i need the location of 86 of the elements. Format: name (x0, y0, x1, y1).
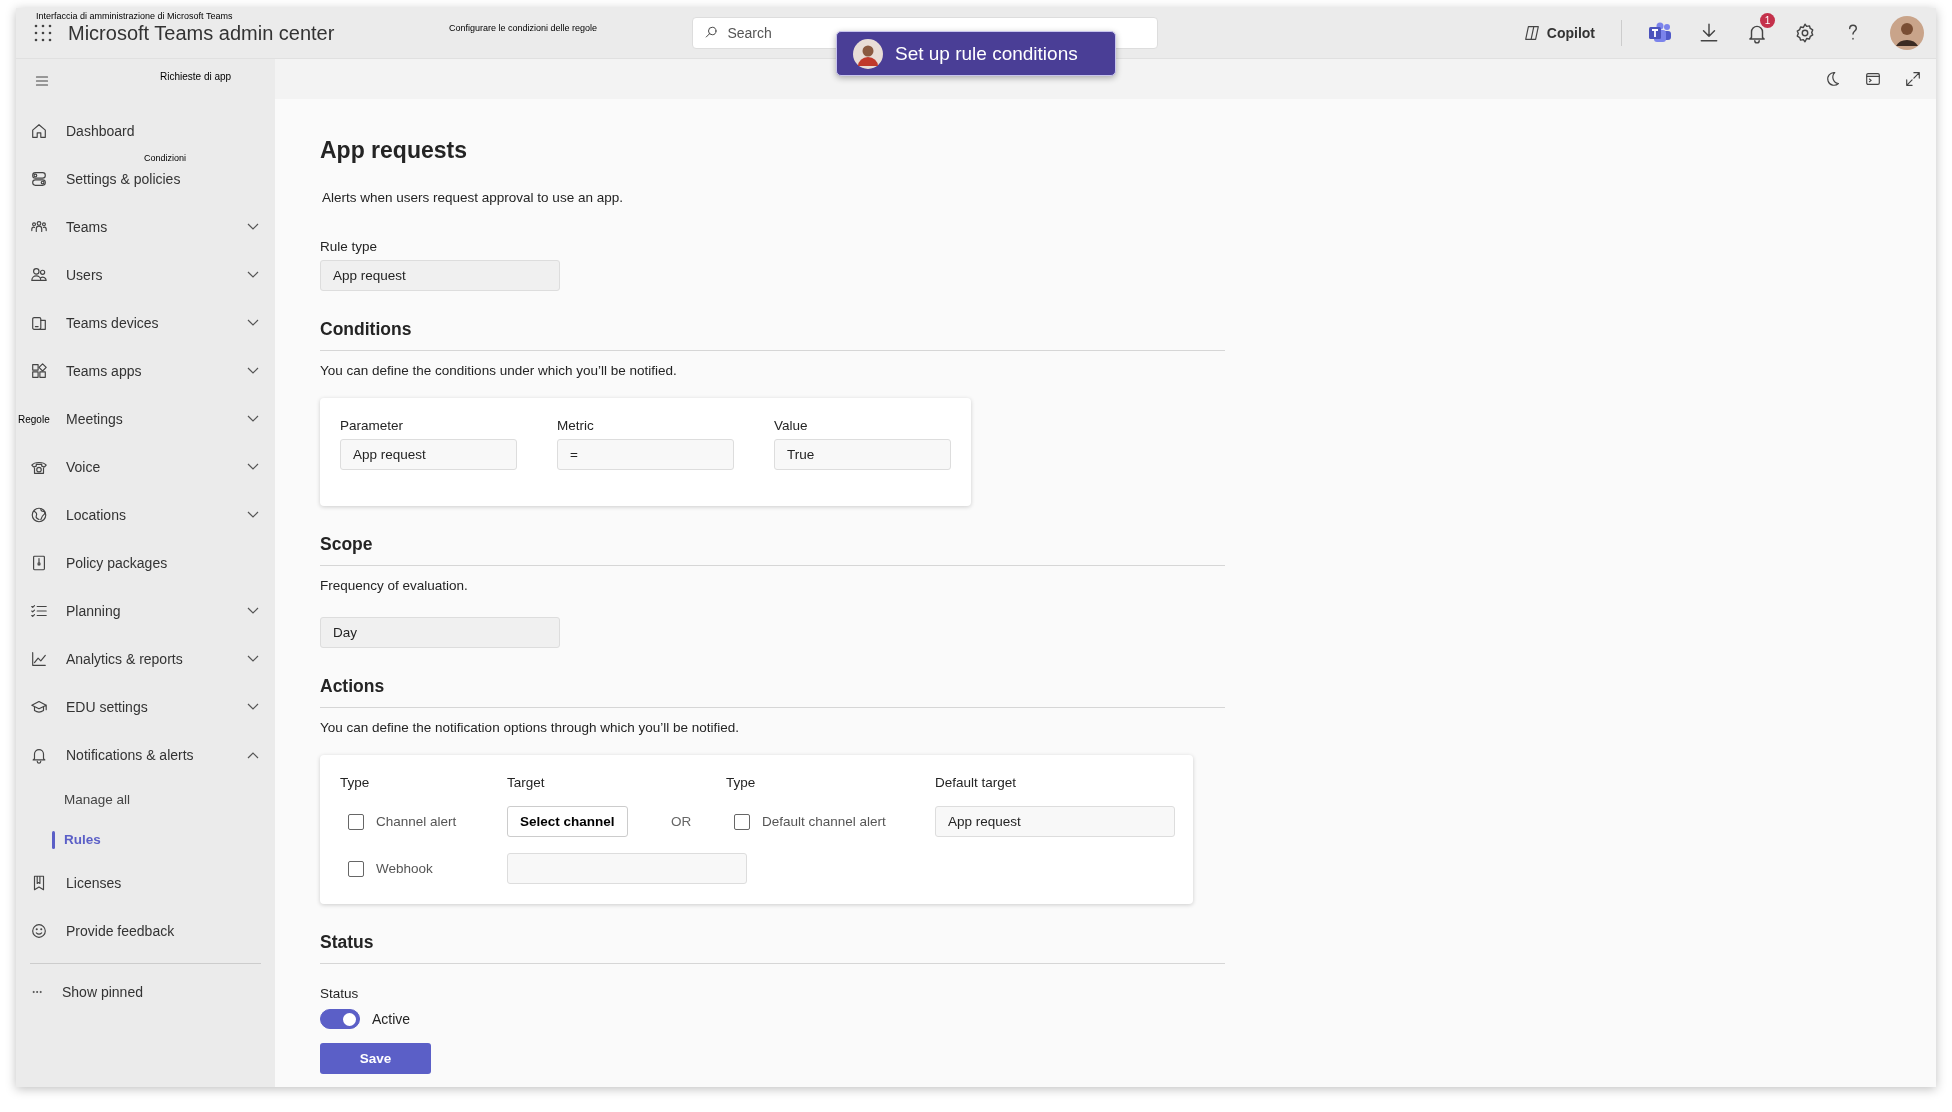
copilot-button[interactable]: Copilot (1522, 24, 1595, 42)
rule-type-field[interactable]: App request (320, 260, 560, 291)
webhook-field[interactable] (507, 853, 747, 884)
nav-item[interactable]: Provide feedback (66, 914, 259, 948)
annotation-label: Interfaccia di amministrazione di Microsoft Teams (36, 11, 233, 21)
column-header: Type (340, 775, 371, 790)
nav-subitem[interactable]: Manage all (16, 779, 275, 819)
page-description: Alerts when users request approval to use an app. (322, 190, 624, 205)
condition-field[interactable]: = (557, 439, 734, 470)
nav-item[interactable]: Policy packages (66, 546, 259, 580)
checkbox-label: Channel alert (376, 814, 457, 829)
nav-item[interactable]: Users (66, 258, 259, 292)
section-description: Frequency of evaluation. (320, 578, 469, 593)
nav-item[interactable]: Settings & policies (66, 162, 259, 196)
or-separator: OR (671, 814, 692, 829)
users-icon (30, 266, 48, 284)
nav-item[interactable]: Show pinned (62, 975, 259, 1009)
nav-item[interactable]: Dashboard (66, 114, 259, 148)
checkbox[interactable] (348, 860, 364, 877)
graduation-cap-icon (30, 698, 48, 716)
app-title: Microsoft Teams admin center (68, 21, 335, 45)
annotation-label: Richieste di app (160, 71, 232, 82)
checkbox[interactable] (348, 813, 364, 830)
nav-item[interactable]: Teams (66, 210, 259, 244)
annotation-label: Configurare le condizioni delle regole (449, 23, 598, 33)
section-heading: Status (320, 932, 1225, 964)
nav-item[interactable]: Licenses (66, 866, 259, 900)
nav-item[interactable]: Locations (66, 498, 259, 532)
condition-field[interactable]: App request (340, 439, 517, 470)
user-avatar[interactable] (1890, 16, 1924, 50)
annotation-label: Regole (18, 414, 50, 425)
toggle-label: Active (372, 1011, 411, 1027)
apps-grid-icon (30, 362, 48, 380)
column-header: Type (726, 775, 757, 790)
bell-icon (30, 746, 48, 764)
nav-item[interactable]: Teams devices (66, 306, 259, 340)
checklist-icon (30, 602, 48, 620)
nav-item[interactable]: Planning (66, 594, 259, 628)
column-header: Default target (935, 775, 1018, 790)
menu-icon (34, 73, 50, 89)
column-header: Target (507, 775, 546, 790)
nav-item[interactable]: Voice (66, 450, 259, 484)
default-target-field[interactable]: App request (935, 806, 1175, 837)
nav-subitem[interactable]: Rules (16, 819, 275, 859)
section-heading: Conditions (320, 319, 1225, 351)
nav-item[interactable]: Meetings (66, 402, 259, 436)
annotation-label: Condizioni (144, 153, 187, 163)
field-label: Status (320, 986, 360, 1001)
globe-icon (30, 506, 48, 524)
tooltip: Set up rule conditions (836, 31, 1116, 76)
field-label: Value (774, 418, 809, 433)
status-toggle[interactable] (320, 1009, 360, 1029)
smiley-icon (30, 922, 48, 940)
field-label: Parameter (340, 418, 405, 433)
checkbox-label: Default channel alert (762, 814, 886, 829)
package-icon (30, 554, 48, 572)
expand-icon (1904, 70, 1922, 88)
terminal-icon (1864, 70, 1882, 88)
save-button[interactable]: Save (320, 1043, 431, 1074)
download-icon (1698, 22, 1720, 44)
settings-icon (1794, 22, 1816, 44)
select-channel-button[interactable]: Select channel (507, 806, 628, 837)
app-launcher-icon[interactable] (34, 24, 52, 42)
page-title: App requests (320, 137, 468, 164)
section-heading: Scope (320, 534, 1225, 566)
field-label: Metric (557, 418, 595, 433)
avatar-icon (853, 38, 883, 69)
teams-icon[interactable] (1648, 22, 1672, 44)
field-label: Rule type (320, 239, 379, 254)
section-description: You can define the conditions under which you’ll be notified. (320, 363, 678, 378)
device-icon (30, 314, 48, 332)
nav-item[interactable]: Teams apps (66, 354, 259, 388)
nav-item[interactable]: EDU settings (66, 690, 259, 724)
moon-icon (1824, 70, 1842, 88)
toggles-icon (30, 170, 48, 188)
frequency-field[interactable]: Day (320, 617, 560, 648)
home-icon (30, 122, 48, 140)
checkbox-label: Webhook (376, 861, 433, 876)
section-heading: Actions (320, 676, 1225, 708)
nav-item[interactable]: Notifications & alerts (66, 738, 259, 772)
checkbox[interactable] (734, 813, 750, 830)
line-chart-icon (30, 650, 48, 668)
condition-field[interactable]: True (774, 439, 951, 470)
section-description: You can define the notification options through which you’ll be notified. (320, 720, 741, 735)
nav-item[interactable]: Analytics & reports (66, 642, 259, 676)
notification-count: 1 (1760, 13, 1775, 28)
